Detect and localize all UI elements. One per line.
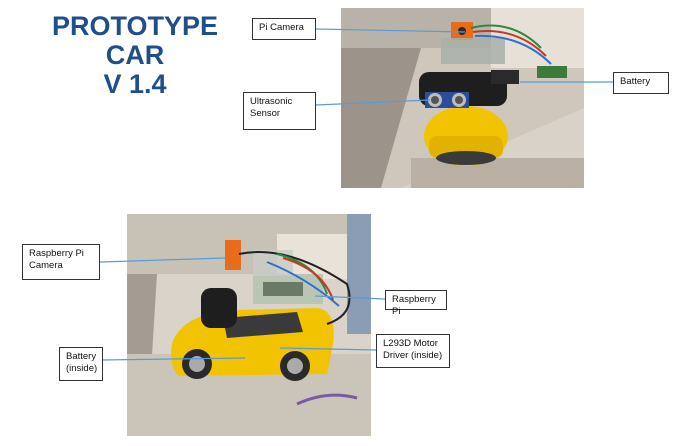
callout-raspberry-pi-camera: Raspberry Pi Camera [22, 244, 100, 280]
callout-motor-line-2: Driver (inside) [383, 350, 443, 361]
callout-raspberry-cam-line-1: Raspberry Pi [29, 248, 84, 259]
callout-motor-driver: L293D Motor Driver (inside) [376, 334, 450, 368]
callout-battery-inside: Battery (inside) [59, 347, 103, 381]
callout-raspberry-cam-line-2: Camera [29, 260, 63, 271]
car-front-photo [341, 8, 584, 188]
callout-raspberry-pi-text: Raspberry Pi [392, 294, 436, 317]
title-line-1: PROTOTYPE [51, 11, 219, 41]
callout-ultrasonic-line-1: Ultrasonic [250, 96, 293, 107]
slide-title: PROTOTYPE CAR V 1.4 [40, 12, 230, 99]
callout-ultrasonic-sensor: Ultrasonic Sensor [243, 92, 316, 130]
callout-battery-inside-line-1: Battery [66, 351, 97, 362]
callout-pi-camera-text: Pi Camera [259, 22, 304, 33]
callout-ultrasonic-line-2: Sensor [250, 108, 281, 119]
title-line-2: CAR [105, 40, 165, 70]
callout-pi-camera: Pi Camera [252, 18, 316, 40]
callout-battery-inside-line-2: (inside) [66, 363, 98, 374]
callout-motor-line-1: L293D Motor [383, 338, 438, 349]
callout-battery-text: Battery [620, 76, 651, 87]
title-line-3: V 1.4 [103, 69, 167, 99]
callout-battery: Battery [613, 72, 669, 94]
callout-raspberry-pi: Raspberry Pi [385, 290, 447, 317]
car-side-photo [127, 214, 371, 436]
